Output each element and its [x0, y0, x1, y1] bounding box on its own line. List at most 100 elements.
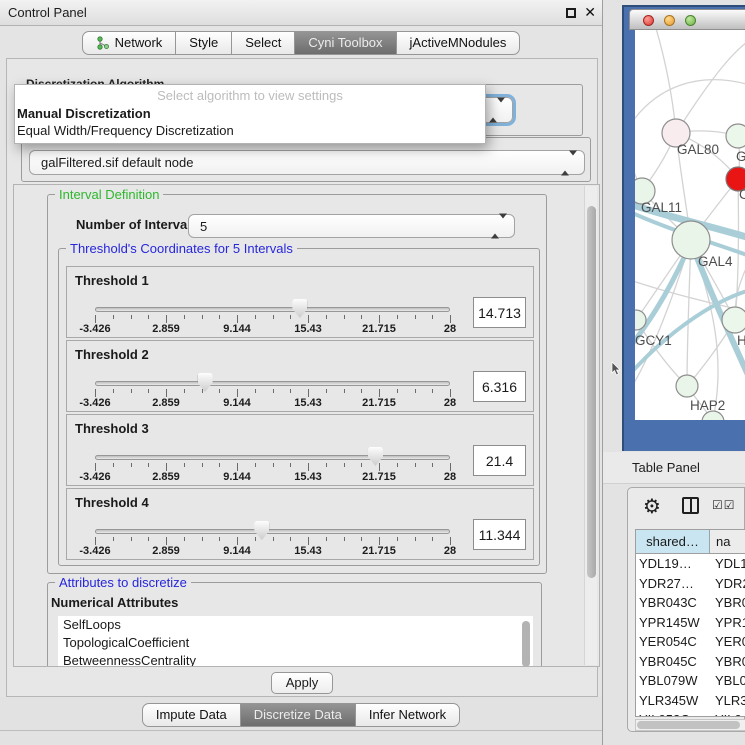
threshold-panel-1: Threshold 1 -3.4262.8599.14415.4321.7152… [66, 266, 534, 338]
tab-infer-network[interactable]: Infer Network [356, 703, 460, 727]
close-traffic-light-icon[interactable] [643, 15, 654, 26]
network-view-window: GAL80 G C GAL11 GAL4 GCY1 H HAP2 [622, 5, 745, 451]
threshold-value-field[interactable]: 6.316 [473, 371, 526, 402]
attributes-to-discretize-group: Attributes to discretize Numerical Attri… [47, 582, 542, 667]
numerical-attributes-label: Numerical Attributes [51, 595, 178, 610]
network-canvas[interactable]: GAL80 G C GAL11 GAL4 GCY1 H HAP2 [635, 30, 745, 420]
table-row[interactable]: YER054CYER0 [636, 632, 745, 652]
horizontal-scrollbar[interactable] [635, 719, 745, 731]
number-of-intervals-combobox[interactable]: 5 [188, 214, 515, 238]
table-cell: YPR1 [710, 613, 745, 633]
vertical-scrollbar[interactable] [584, 186, 597, 665]
dropdown-hint: Select algorithm to view settings [15, 87, 485, 105]
list-item[interactable]: SelfLoops [58, 616, 533, 634]
label-hap2: HAP2 [690, 398, 725, 413]
label-gal4: GAL4 [698, 254, 733, 269]
threshold-slider[interactable] [95, 381, 450, 386]
label-h: H [737, 333, 745, 348]
slider-scale-labels: -3.4262.8599.14415.4321.71528 [95, 323, 451, 336]
table-cell: YBR0 [710, 652, 745, 672]
tab-style[interactable]: Style [176, 31, 232, 55]
tab-label: jActiveMNodules [410, 32, 507, 54]
list-item[interactable]: BetweennessCentrality [58, 652, 533, 667]
threshold-label: Threshold 4 [75, 495, 149, 510]
threshold-slider[interactable] [95, 455, 450, 460]
column-header-name[interactable]: na [710, 530, 745, 553]
tab-label: Cyni Toolbox [308, 32, 382, 54]
combo-spinner-icon [489, 103, 505, 118]
checkbox-icons[interactable]: ☑☑ [712, 498, 736, 512]
table-row[interactable]: YIL052CYIL0 [636, 710, 745, 717]
menu-item-manual-discretization[interactable]: Manual Discretization [15, 105, 485, 122]
table-row[interactable]: YDR27…YDR2 [636, 574, 745, 594]
threshold-value-field[interactable]: 21.4 [473, 445, 526, 476]
group-title: Threshold's Coordinates for 5 Intervals [66, 241, 297, 256]
table-row[interactable]: YPR145WYPR1 [636, 613, 745, 633]
tab-jactivemnodules[interactable]: jActiveMNodules [397, 31, 521, 55]
column-layout-icon[interactable] [682, 497, 699, 514]
network-window-titlebar[interactable] [629, 9, 745, 30]
scrollbar-thumb[interactable] [587, 206, 596, 578]
table-cell: YBL079W [636, 671, 710, 691]
table-cell: YDR2 [710, 574, 745, 594]
list-scrollbar[interactable] [522, 621, 530, 667]
scrollbar-thumb[interactable] [637, 721, 740, 729]
column-header-shared[interactable]: shared… [636, 530, 710, 553]
zoom-traffic-light-icon[interactable] [685, 15, 696, 26]
threshold-label: Threshold 2 [75, 347, 149, 362]
label-c: C [739, 187, 745, 202]
tab-network[interactable]: Network [82, 31, 177, 55]
numerical-attributes-list[interactable]: SelfLoopsTopologicalCoefficientBetweenne… [58, 616, 533, 667]
table-row[interactable]: YDL19…YDL1 [636, 554, 745, 574]
threshold-label: Threshold 1 [75, 273, 149, 288]
threshold-slider[interactable] [95, 307, 450, 312]
tab-select[interactable]: Select [232, 31, 295, 55]
combo-value: 5 [200, 215, 207, 238]
table-row[interactable]: YBL079WYBL0 [636, 671, 745, 691]
tab-cyni-toolbox[interactable]: Cyni Toolbox [295, 31, 396, 55]
node-hap2[interactable] [676, 375, 698, 397]
label-gcy1: GCY1 [635, 333, 672, 348]
slider-scale-labels: -3.4262.8599.14415.4321.71528 [95, 545, 451, 558]
float-window-icon[interactable] [566, 8, 576, 18]
table-cell: YLR345W [636, 691, 710, 711]
tab-label: Impute Data [156, 704, 227, 726]
tab-label: Style [189, 32, 218, 54]
table-panel: ⚙ ☑☑ shared… na YDL19…YDL1YDR27…YDR2YBR0… [627, 487, 745, 732]
node-top-right[interactable] [726, 124, 745, 148]
table-row[interactable]: YBR045CYBR0 [636, 652, 745, 672]
label-gal80: GAL80 [677, 142, 719, 157]
node-table-body: YDL19…YDL1YDR27…YDR2YBR043CYBR0YPR145WYP… [636, 554, 745, 717]
tab-impute-data[interactable]: Impute Data [142, 703, 241, 727]
table-cell: YDL1 [710, 554, 745, 574]
node-h[interactable] [722, 307, 745, 333]
number-of-intervals-label: Number of Intervals [76, 217, 198, 232]
threshold-value-field[interactable]: 14.713 [473, 297, 526, 328]
bottom-tabstrip: Impute Data Discretize Data Infer Networ… [0, 703, 602, 727]
table-cell: YPR145W [636, 613, 710, 633]
table-toolbar: ⚙ ☑☑ [628, 488, 745, 528]
menu-item-equal-width-frequency[interactable]: Equal Width/Frequency Discretization [15, 122, 485, 139]
tab-label: Infer Network [369, 704, 446, 726]
table-cell: YBL0 [710, 671, 745, 691]
group-title: Interval Definition [55, 187, 163, 202]
table-data-combobox[interactable]: galFiltered.sif default node [29, 150, 585, 175]
threshold-value-field[interactable]: 11.344 [473, 519, 526, 550]
table-row[interactable]: YBR043CYBR0 [636, 593, 745, 613]
slider-scale-labels: -3.4262.8599.14415.4321.71528 [95, 397, 451, 410]
combo-value: galFiltered.sif default node [41, 151, 193, 174]
apply-button[interactable]: Apply [271, 672, 333, 694]
table-cell: YER0 [710, 632, 745, 652]
slider-scale-labels: -3.4262.8599.14415.4321.71528 [95, 471, 451, 484]
group-title: Attributes to discretize [55, 575, 191, 590]
gear-icon[interactable]: ⚙ [643, 494, 661, 519]
tab-discretize-data[interactable]: Discretize Data [241, 703, 356, 727]
table-row[interactable]: YLR345WYLR3 [636, 691, 745, 711]
close-icon[interactable]: ✕ [584, 4, 596, 21]
bottom-divider [0, 730, 602, 731]
threshold-slider[interactable] [95, 529, 450, 534]
tab-label: Network [115, 32, 163, 54]
list-item[interactable]: TopologicalCoefficient [58, 634, 533, 652]
table-cell: YBR043C [636, 593, 710, 613]
minimize-traffic-light-icon[interactable] [664, 15, 675, 26]
